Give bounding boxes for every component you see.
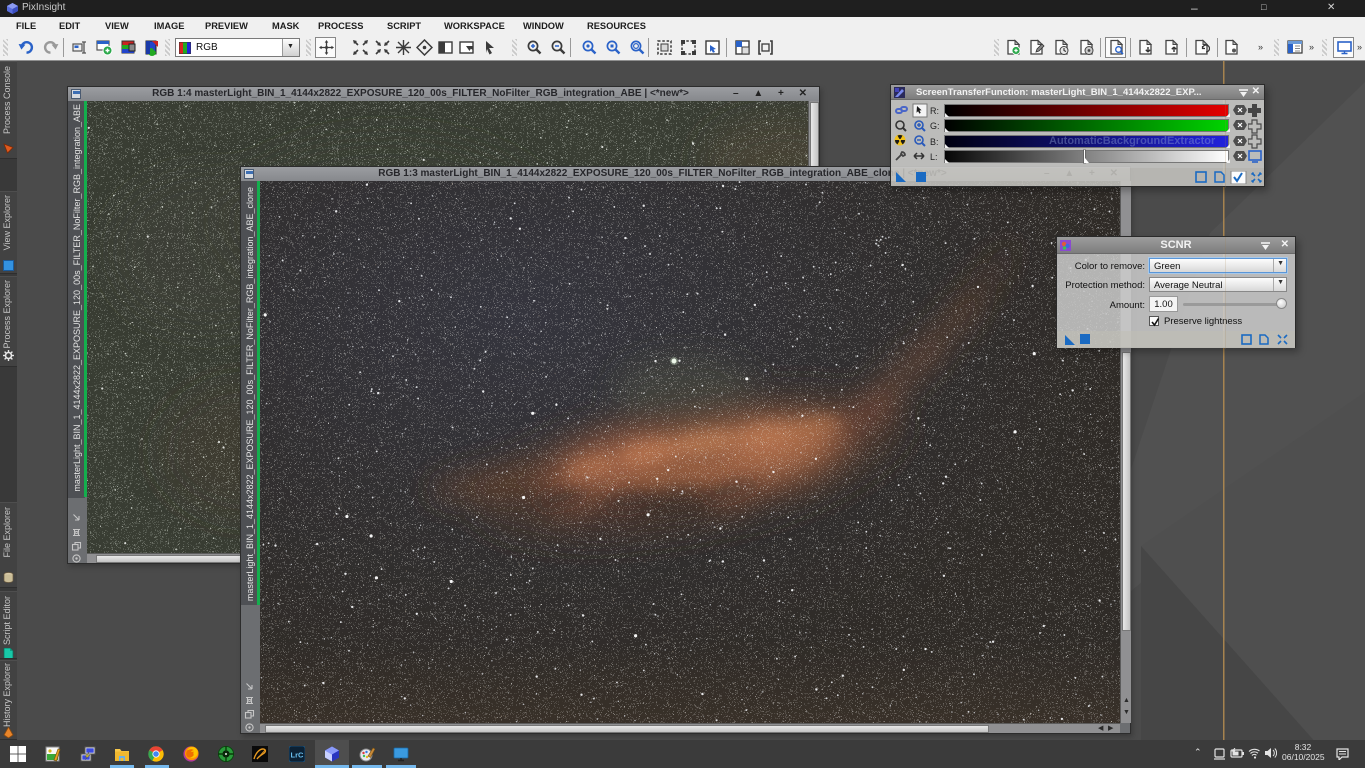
- svg-text:LrC: LrC: [291, 751, 305, 760]
